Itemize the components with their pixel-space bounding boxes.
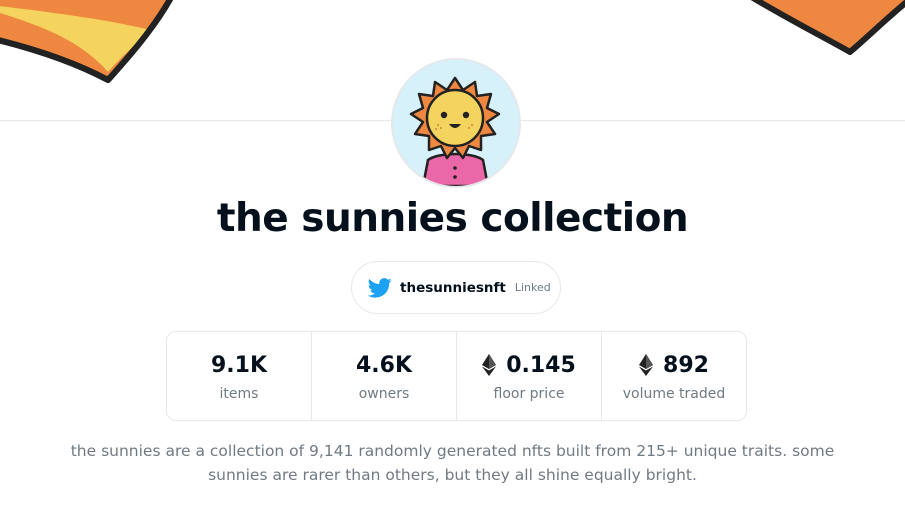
stat-owners-value: 4.6K <box>355 352 413 378</box>
stat-floor-price[interactable]: 0.145 floor price <box>457 332 602 420</box>
stat-floor-price-value: 0.145 <box>506 352 576 378</box>
collection-avatar[interactable] <box>391 58 521 188</box>
stat-items[interactable]: 9.1K items <box>167 332 312 420</box>
stat-volume-traded[interactable]: 892 volume traded <box>602 332 746 420</box>
stat-value: 0.145 <box>482 350 576 380</box>
sunny-avatar-icon <box>393 60 519 186</box>
stat-owners[interactable]: 4.6K owners <box>312 332 457 420</box>
twitter-icon <box>368 277 392 298</box>
collection-description: the sunnies are a collection of 9,141 ra… <box>70 442 835 484</box>
stat-items-label: items <box>219 386 259 402</box>
stat-items-value: 9.1K <box>210 352 268 378</box>
twitter-handle: thesunniesnft <box>400 279 506 296</box>
stat-floor-price-label: floor price <box>493 386 565 402</box>
stat-volume-traded-label: volume traded <box>622 386 726 402</box>
stat-value: 4.6K <box>356 350 412 380</box>
eth-icon <box>482 354 497 376</box>
eth-icon <box>639 354 654 376</box>
stat-value: 9.1K <box>211 350 267 380</box>
collection-stats: 9.1K items 4.6K owners 0.145 floor price <box>166 331 747 421</box>
twitter-link-button[interactable]: thesunniesnft Linked <box>351 261 561 314</box>
linked-status: Linked <box>514 281 551 294</box>
collection-title: the sunnies collection <box>216 196 689 241</box>
stat-owners-label: owners <box>358 386 410 402</box>
stat-volume-traded-value: 892 <box>663 352 709 378</box>
stat-value: 892 <box>639 350 709 380</box>
